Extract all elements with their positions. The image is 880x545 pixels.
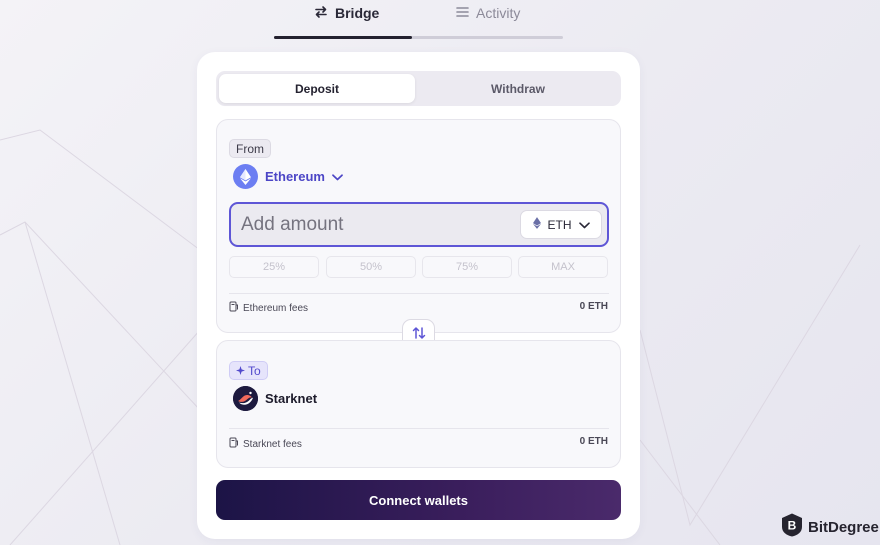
bridge-card: Deposit Withdraw From Ethereum Add amoun… xyxy=(197,52,640,539)
ethereum-fees-value: 0 ETH xyxy=(579,301,608,312)
chevron-down-icon xyxy=(578,218,590,232)
ethereum-diamond-icon xyxy=(233,164,258,189)
divider xyxy=(229,293,609,294)
svg-text:B: B xyxy=(788,519,797,533)
from-chip: From xyxy=(229,139,271,158)
bitdegree-logo-icon: B xyxy=(781,513,803,541)
tab-bridge-label: Bridge xyxy=(335,5,380,21)
tab-indicator-active xyxy=(274,36,412,39)
divider xyxy=(229,428,609,429)
starknet-fees-row: Starknet fees xyxy=(229,437,302,451)
from-panel: From Ethereum Add amount ETH 25% 50% 75%… xyxy=(216,119,621,333)
to-network-name: Starknet xyxy=(265,391,318,406)
receipt-icon xyxy=(229,437,239,451)
connect-wallets-button[interactable]: Connect wallets xyxy=(216,480,621,520)
tab-activity[interactable]: Activity xyxy=(456,4,520,22)
to-chip: To xyxy=(229,361,268,380)
to-chip-label: To xyxy=(248,363,261,378)
amount-field: ETH xyxy=(229,202,609,247)
chevron-down-icon xyxy=(332,169,343,184)
from-network-name: Ethereum xyxy=(265,169,325,184)
token-selector[interactable]: ETH xyxy=(520,210,602,239)
percent-75-button[interactable]: 75% xyxy=(422,256,512,278)
tab-bridge[interactable]: Bridge xyxy=(314,4,379,22)
starknet-logo-icon xyxy=(233,386,258,411)
bitdegree-watermark: B BitDegree xyxy=(781,513,879,541)
ethereum-token-icon xyxy=(532,217,541,232)
starknet-fees-label: Starknet fees xyxy=(243,438,302,450)
percent-25-button[interactable]: 25% xyxy=(229,256,319,278)
from-network-selector[interactable]: Ethereum xyxy=(233,164,343,189)
ethereum-fees-row: Ethereum fees xyxy=(229,301,308,315)
receipt-icon xyxy=(229,301,239,315)
token-symbol: ETH xyxy=(547,217,572,232)
to-network: Starknet xyxy=(233,386,317,411)
top-nav: Bridge Activity xyxy=(274,0,563,40)
to-panel: To Starknet Starknet fees 0 ETH xyxy=(216,340,621,468)
tab-activity-label: Activity xyxy=(476,5,521,21)
withdraw-button[interactable]: Withdraw xyxy=(418,74,618,103)
deposit-button[interactable]: Deposit xyxy=(219,74,415,103)
mode-switcher: Deposit Withdraw xyxy=(216,71,621,106)
list-icon xyxy=(456,5,469,21)
sparkle-icon xyxy=(236,364,245,378)
from-chip-label: From xyxy=(236,141,264,156)
percent-50-button[interactable]: 50% xyxy=(326,256,416,278)
percent-max-button[interactable]: MAX xyxy=(518,256,608,278)
amount-input[interactable] xyxy=(241,213,501,237)
watermark-brand: BitDegree xyxy=(808,518,879,536)
swap-arrows-icon xyxy=(314,5,328,22)
starknet-fees-value: 0 ETH xyxy=(579,436,608,447)
ethereum-fees-label: Ethereum fees xyxy=(243,302,309,314)
